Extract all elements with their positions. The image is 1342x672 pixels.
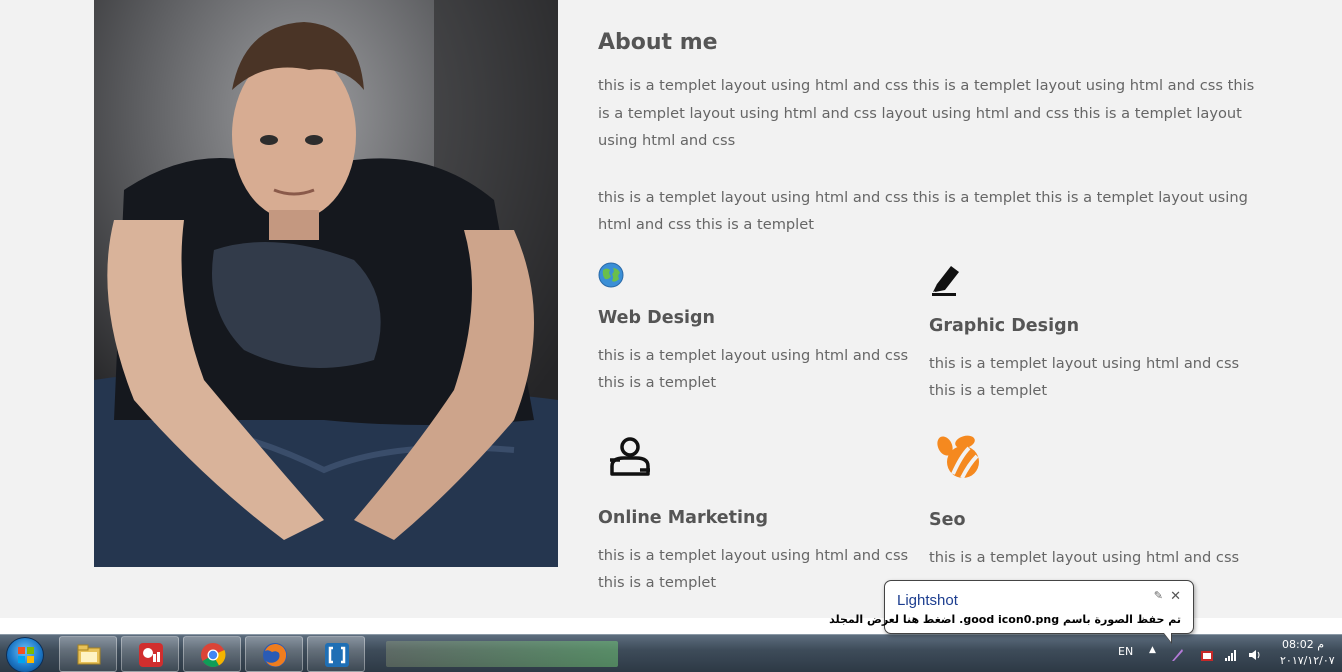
antivirus-tray-icon[interactable] — [1200, 648, 1214, 662]
about-section: About me this is a templet layout using … — [598, 30, 1258, 239]
about-paragraph-1: this is a templet layout using html and … — [598, 77, 1255, 149]
notification-message[interactable]: تم حفظ الصورة باسم good icon0.png. اضغط … — [829, 613, 1181, 626]
close-icon[interactable]: ✕ — [1170, 589, 1181, 604]
about-title: About me — [598, 30, 718, 55]
firefox-icon — [263, 643, 287, 667]
service-text: this is a templet layout using html and … — [598, 547, 909, 591]
windows-explorer-icon — [77, 644, 101, 665]
language-indicator[interactable]: EN — [1118, 645, 1133, 658]
network-signal-icon[interactable] — [1224, 648, 1238, 662]
service-title: Web Design — [598, 308, 715, 328]
taskbar-firefox-button[interactable] — [245, 636, 303, 672]
windows-logo-icon — [18, 647, 34, 663]
notification-title: Lightshot — [897, 592, 958, 609]
service-text: this is a templet layout using html and … — [598, 347, 909, 391]
taskbar-explorer-button[interactable] — [59, 636, 117, 672]
service-title: Online Marketing — [598, 508, 768, 528]
volume-icon[interactable] — [1248, 648, 1262, 662]
notification-tail-inner — [1164, 633, 1171, 642]
brackets-icon — [325, 643, 349, 667]
lightshot-notification[interactable]: Lightshot ✎ ✕ تم حفظ الصورة باسم good ic… — [829, 580, 1194, 644]
taskbar: EN ▲ 08:02 م ٢٠١٧/١٢/٠٧ — [0, 634, 1342, 672]
swarm-bee-icon — [937, 435, 979, 479]
profile-photo — [94, 0, 558, 567]
service-title: Seo — [929, 510, 966, 530]
service-title: Graphic Design — [929, 316, 1080, 336]
service-text: this is a templet layout using html and … — [929, 549, 1240, 566]
taskbar-wps-button[interactable] — [121, 636, 179, 672]
tray-expand-icon[interactable]: ▲ — [1149, 645, 1156, 655]
pin-icon[interactable]: ✎ — [1154, 589, 1163, 602]
clock-date[interactable]: ٢٠١٧/١٢/٠٧ — [1280, 654, 1335, 667]
wps-office-icon — [139, 643, 163, 667]
taskbar-thumbnail-area — [386, 641, 618, 667]
start-button[interactable] — [6, 637, 44, 672]
globe-icon — [598, 262, 624, 288]
user-marketing-icon — [610, 437, 650, 476]
taskbar-brackets-button[interactable] — [307, 636, 365, 672]
service-seo: Seo this is a templet layout using html … — [929, 434, 1249, 571]
lightshot-feather-icon[interactable] — [1170, 648, 1184, 662]
clock-time[interactable]: 08:02 م — [1282, 638, 1324, 651]
about-paragraph-2: this is a templet layout using html and … — [598, 188, 1248, 234]
service-web-design: Web Design this is a templet layout usin… — [598, 262, 918, 396]
pencil-icon — [932, 266, 959, 296]
service-text: this is a templet layout using html and … — [929, 355, 1240, 399]
service-graphic-design: Graphic Design this is a templet layout … — [929, 262, 1249, 404]
chrome-icon — [201, 643, 226, 668]
service-online-marketing: Online Marketing this is a templet layou… — [598, 436, 918, 596]
taskbar-chrome-button[interactable] — [183, 636, 241, 672]
